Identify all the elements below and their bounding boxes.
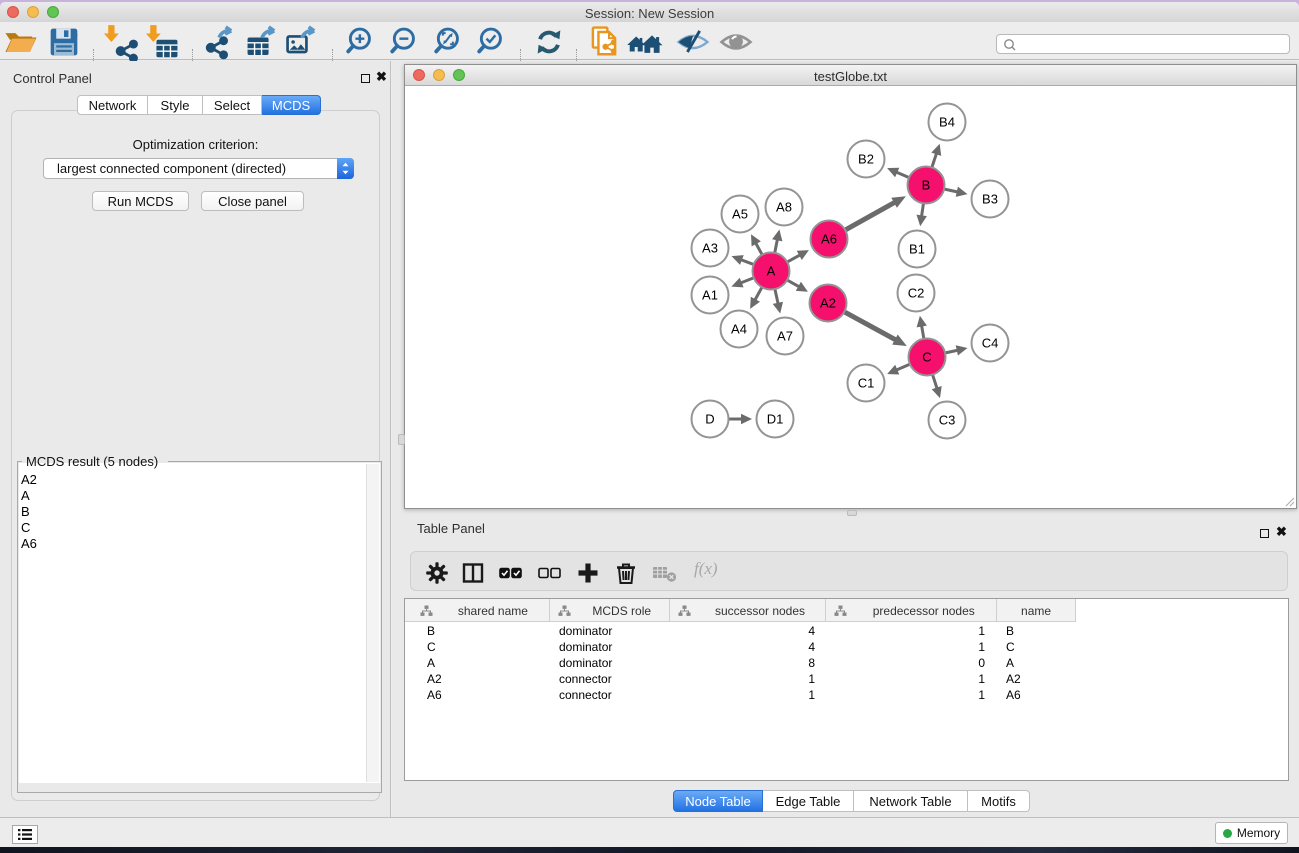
- svg-text:A6: A6: [821, 232, 837, 247]
- svg-text:A7: A7: [777, 329, 793, 344]
- svg-text:A1: A1: [702, 288, 718, 303]
- svg-text:C4: C4: [982, 336, 999, 351]
- svg-text:D1: D1: [767, 412, 784, 427]
- svg-text:B2: B2: [858, 152, 874, 167]
- svg-text:A3: A3: [702, 241, 718, 256]
- svg-text:A5: A5: [732, 207, 748, 222]
- svg-text:A8: A8: [776, 200, 792, 215]
- svg-text:C3: C3: [939, 413, 956, 428]
- svg-text:A: A: [767, 264, 776, 279]
- svg-text:C: C: [922, 350, 931, 365]
- svg-text:B: B: [922, 178, 931, 193]
- svg-text:B1: B1: [909, 242, 925, 257]
- svg-text:B4: B4: [939, 115, 955, 130]
- svg-text:B3: B3: [982, 192, 998, 207]
- svg-text:D: D: [705, 412, 714, 427]
- svg-text:A4: A4: [731, 322, 747, 337]
- svg-text:A2: A2: [820, 296, 836, 311]
- svg-text:C2: C2: [908, 286, 925, 301]
- svg-text:C1: C1: [858, 376, 875, 391]
